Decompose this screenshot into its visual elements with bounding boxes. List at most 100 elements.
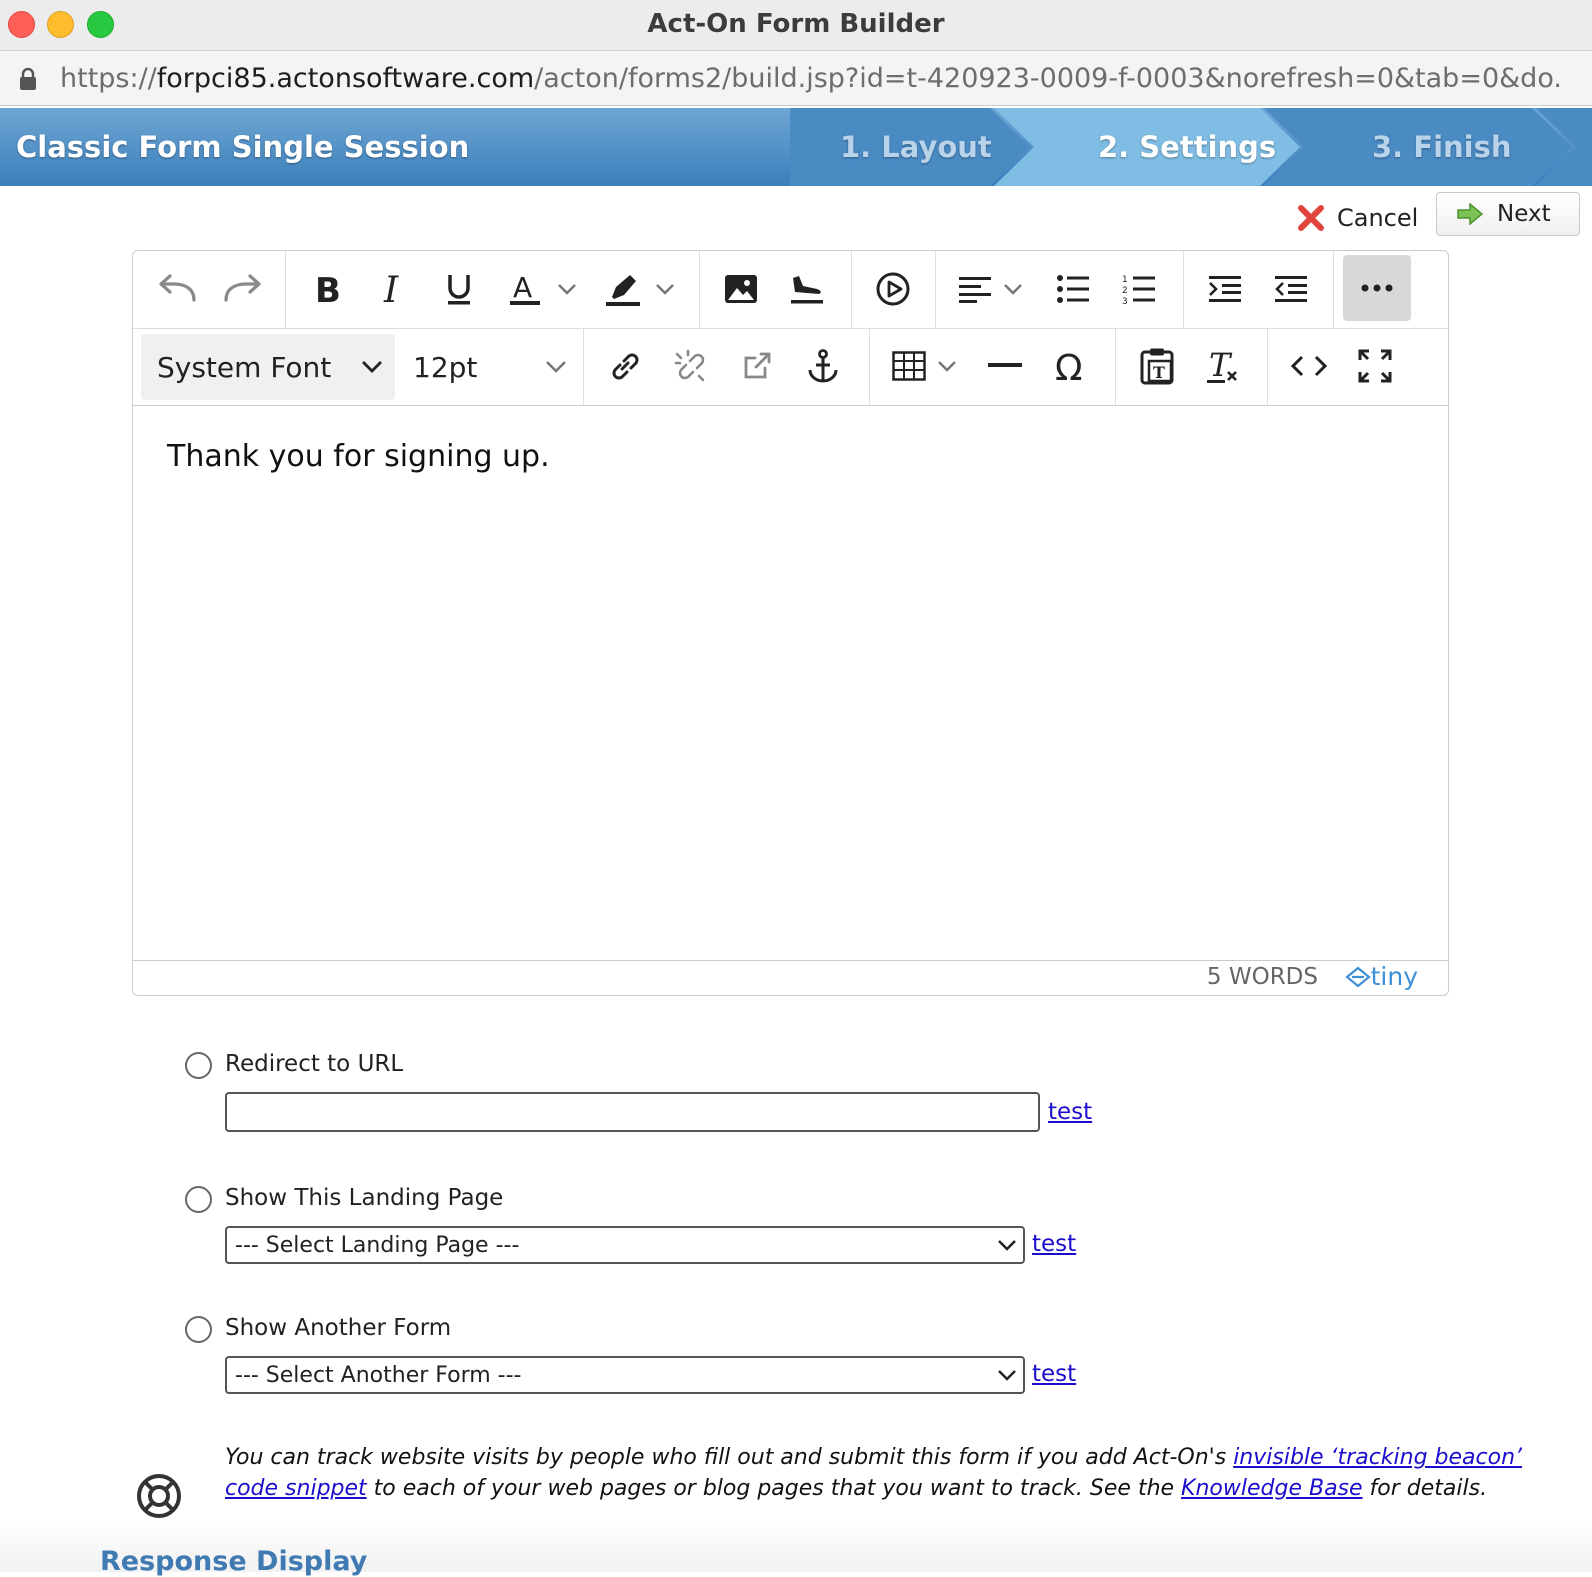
bold-button[interactable]: B	[301, 263, 353, 315]
editor-text[interactable]: Thank you for signing up.	[167, 439, 550, 474]
table-dropdown[interactable]	[933, 340, 961, 392]
insert-media-button[interactable]	[867, 263, 919, 315]
another-form-radio[interactable]	[185, 1316, 212, 1343]
chevron-down-icon	[362, 361, 382, 373]
another-form-test-link[interactable]: test	[1032, 1361, 1076, 1387]
tracking-note: You can track website visits by people w…	[225, 1442, 1525, 1504]
paste-text-button[interactable]: T	[1131, 340, 1183, 392]
text-color-button[interactable]: A	[499, 263, 551, 315]
redirect-radio[interactable]	[185, 1052, 212, 1079]
fullscreen-button[interactable]	[1349, 340, 1401, 392]
bullet-list-button[interactable]	[1047, 263, 1099, 315]
open-link-button[interactable]	[731, 340, 783, 392]
paste-text-icon: T	[1140, 348, 1174, 385]
next-button[interactable]: Next	[1436, 192, 1580, 236]
source-code-button[interactable]	[1283, 340, 1335, 392]
knowledge-base-link[interactable]: Knowledge Base	[1181, 1476, 1363, 1501]
indent-button[interactable]	[1199, 263, 1251, 315]
font-family-select[interactable]: System Font	[141, 334, 395, 400]
next-label: Next	[1497, 201, 1551, 227]
address-bar[interactable]: https://forpci85.actonsoftware.com/acton…	[0, 51, 1592, 106]
redo-button[interactable]	[217, 263, 269, 315]
fullscreen-icon	[1358, 349, 1392, 383]
special-char-button[interactable]: Ω	[1045, 340, 1097, 392]
wizard-header: Classic Form Single Session 1. Layout 2.…	[0, 108, 1592, 186]
highlight-icon	[606, 275, 640, 306]
editor-toolbar-row-2: System Font 12pt Ω T T	[133, 328, 1448, 406]
outdent-icon	[1275, 276, 1307, 302]
more-icon	[1361, 284, 1393, 292]
wizard-title: Classic Form Single Session	[16, 130, 470, 164]
highlight-button[interactable]	[597, 263, 649, 315]
redirect-test-link[interactable]: test	[1048, 1099, 1092, 1125]
more-button[interactable]	[1343, 255, 1411, 321]
undo-button[interactable]	[151, 263, 203, 315]
cancel-button[interactable]: Cancel	[1297, 198, 1418, 238]
clear-format-button[interactable]: T	[1197, 340, 1249, 392]
note-text-1: You can track website visits by people w…	[225, 1445, 1234, 1470]
chevron-down-icon	[558, 284, 576, 295]
numbered-list-button[interactable]: 123	[1113, 263, 1165, 315]
font-family-value: System Font	[157, 350, 332, 384]
wizard-step-settings[interactable]: 2. Settings	[1098, 130, 1276, 164]
image-icon	[725, 275, 757, 303]
horizontal-rule-button[interactable]	[979, 340, 1031, 392]
code-icon	[1291, 355, 1327, 377]
redirect-url-input[interactable]	[225, 1092, 1040, 1132]
chevron-down-icon	[546, 361, 566, 373]
italic-icon: I	[383, 272, 399, 306]
unlink-button[interactable]	[665, 340, 717, 392]
another-form-label[interactable]: Show Another Form	[225, 1315, 451, 1341]
svg-text:A: A	[513, 271, 532, 304]
anchor-icon	[808, 349, 838, 383]
align-dropdown[interactable]	[999, 263, 1027, 315]
anchor-button[interactable]	[797, 340, 849, 392]
landing-page-label[interactable]: Show This Landing Page	[225, 1185, 503, 1211]
table-icon	[892, 351, 926, 381]
tiny-logo[interactable]: tiny	[1344, 962, 1418, 991]
chevron-down-icon	[938, 361, 956, 372]
svg-text:Ω: Ω	[1055, 348, 1083, 384]
table-button[interactable]	[883, 340, 935, 392]
svg-text:3: 3	[1122, 297, 1128, 305]
another-form-select[interactable]: --- Select Another Form ---	[225, 1356, 1025, 1394]
url-prefix: https://	[60, 63, 157, 94]
url-host: forpci85.actonsoftware.com	[156, 63, 535, 94]
italic-button[interactable]: I	[367, 263, 419, 315]
highlight-dropdown[interactable]	[651, 263, 679, 315]
indent-icon	[1209, 276, 1241, 302]
cancel-label: Cancel	[1337, 204, 1419, 232]
editor-content-area[interactable]: Thank you for signing up.	[133, 405, 1448, 961]
font-size-value: 12pt	[413, 350, 478, 384]
landing-page-selected: --- Select Landing Page ---	[235, 1232, 520, 1258]
bullet-list-icon	[1057, 275, 1089, 303]
redirect-label[interactable]: Redirect to URL	[225, 1051, 403, 1077]
note-text-2: to each of your web pages or blog pages …	[366, 1476, 1182, 1501]
landing-page-select[interactable]: --- Select Landing Page ---	[225, 1226, 1025, 1264]
svg-text:T: T	[1153, 363, 1165, 382]
underline-icon	[448, 275, 470, 305]
special-char-icon: Ω	[1055, 348, 1083, 384]
url-text[interactable]: https://forpci85.actonsoftware.com/acton…	[60, 63, 1560, 94]
text-color-dropdown[interactable]	[553, 263, 581, 315]
rich-text-editor: B I A 1 2 3 System Font 12pt Ω T T Thank…	[132, 250, 1449, 996]
chevron-down-icon	[656, 284, 674, 295]
wizard-step-layout[interactable]: 1. Layout	[840, 130, 992, 164]
wizard-step-finish[interactable]: 3. Finish	[1372, 130, 1512, 164]
font-size-select[interactable]: 12pt	[401, 334, 581, 400]
chevron-down-icon	[998, 1370, 1016, 1381]
insert-link-button[interactable]	[599, 340, 651, 392]
landing-page-radio[interactable]	[185, 1186, 212, 1213]
insert-image-button[interactable]	[715, 263, 767, 315]
help-lifebuoy-icon[interactable]	[136, 1473, 182, 1519]
response-display-heading: Response Display	[100, 1546, 368, 1577]
word-count[interactable]: 5 WORDS	[1207, 964, 1318, 990]
underline-button[interactable]	[433, 263, 485, 315]
outdent-button[interactable]	[1265, 263, 1317, 315]
landing-page-test-link[interactable]: test	[1032, 1231, 1076, 1257]
insert-landing-button[interactable]	[781, 263, 833, 315]
tiny-icon	[1344, 966, 1371, 987]
text-color-icon: A	[510, 271, 540, 305]
svg-text:1: 1	[1122, 275, 1128, 285]
align-button[interactable]	[949, 263, 1001, 315]
